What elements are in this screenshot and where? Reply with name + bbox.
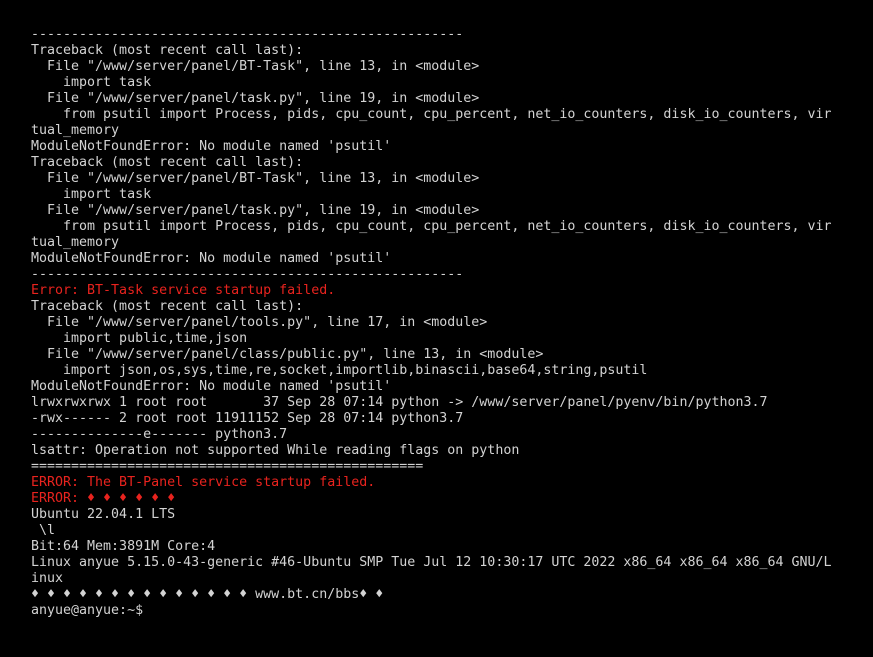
terminal-line: ----------------------------------------… [31, 27, 464, 42]
terminal-line: from psutil import Process, pids, cpu_co… [31, 219, 832, 234]
terminal-line: -rwx------ 2 root root 11911152 Sep 28 0… [31, 411, 464, 426]
terminal-line: ========================================… [31, 459, 424, 474]
terminal-line: import public,time,json [31, 331, 248, 346]
terminal-line: ----------------------------------------… [31, 267, 464, 282]
terminal-line: ModuleNotFoundError: No module named 'ps… [31, 139, 392, 154]
terminal-output[interactable]: ----------------------------------------… [31, 27, 832, 619]
terminal-line: lrwxrwxrwx 1 root root 37 Sep 28 07:14 p… [31, 395, 768, 410]
terminal-line: lsattr: Operation not supported While re… [31, 443, 520, 458]
terminal-line: File "/www/server/panel/task.py", line 1… [31, 203, 480, 218]
error-line: ERROR: ♦ ♦ ♦ ♦ ♦ ♦ [31, 491, 176, 506]
shell-prompt[interactable]: anyue@anyue:~$ [31, 603, 832, 619]
terminal-line: ModuleNotFoundError: No module named 'ps… [31, 379, 392, 394]
terminal-line: File "/www/server/panel/BT-Task", line 1… [31, 59, 480, 74]
terminal-line: Traceback (most recent call last): [31, 299, 304, 314]
terminal-line: Traceback (most recent call last): [31, 43, 304, 58]
terminal-line: from psutil import Process, pids, cpu_co… [31, 107, 832, 122]
terminal-line: File "/www/server/panel/task.py", line 1… [31, 91, 480, 106]
terminal-line: --------------e------- python3.7 [31, 427, 288, 442]
terminal-line: Traceback (most recent call last): [31, 155, 304, 170]
terminal-line: import task [31, 75, 152, 90]
error-line: ERROR: The BT-Panel service startup fail… [31, 475, 376, 490]
terminal-line: Ubuntu 22.04.1 LTS [31, 507, 176, 522]
terminal-line: ModuleNotFoundError: No module named 'ps… [31, 251, 392, 266]
terminal-line: Linux anyue 5.15.0-43-generic #46-Ubuntu… [31, 555, 832, 570]
terminal-line: tual_memory [31, 235, 120, 250]
terminal-line: File "/www/server/panel/class/public.py"… [31, 347, 544, 362]
terminal-line: \l [31, 523, 56, 538]
terminal-line: inux [31, 571, 64, 586]
terminal-line: ♦ ♦ ♦ ♦ ♦ ♦ ♦ ♦ ♦ ♦ ♦ ♦ ♦ ♦ www.bt.cn/bb… [31, 587, 384, 602]
terminal-line: import json,os,sys,time,re,socket,import… [31, 363, 648, 378]
terminal-line: import task [31, 187, 152, 202]
terminal-line: Bit:64 Mem:3891M Core:4 [31, 539, 216, 554]
terminal-line: File "/www/server/panel/tools.py", line … [31, 315, 488, 330]
terminal-line: File "/www/server/panel/BT-Task", line 1… [31, 171, 480, 186]
terminal-line: tual_memory [31, 123, 120, 138]
error-line: Error: BT-Task service startup failed. [31, 283, 336, 298]
